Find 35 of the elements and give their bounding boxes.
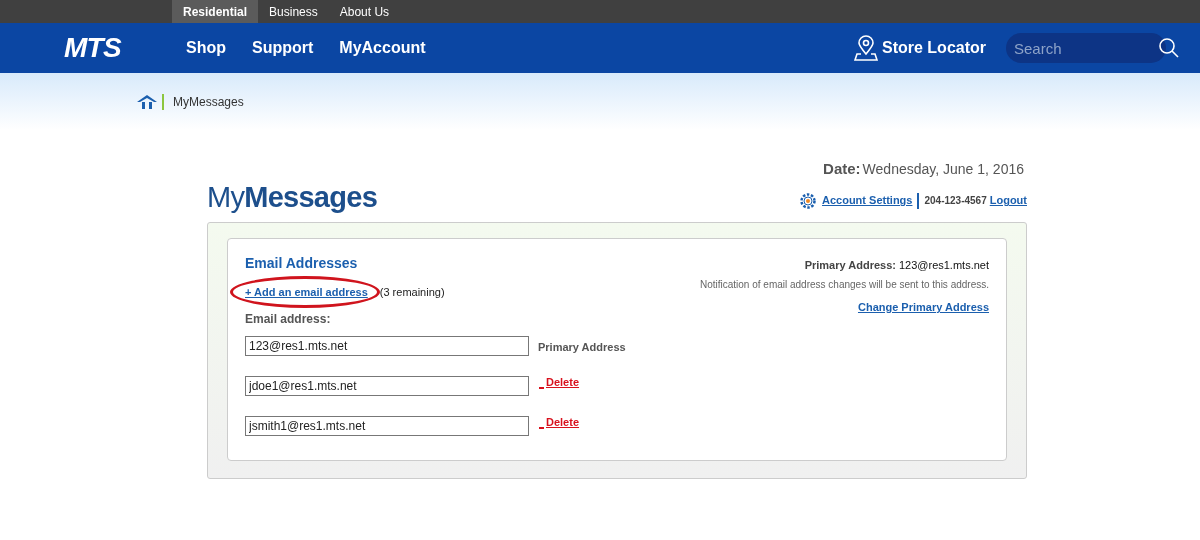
date-label: Date: [823, 159, 861, 179]
field-label: Email address: [245, 311, 332, 328]
top-tab[interactable]: Business [258, 0, 329, 23]
top-tab[interactable]: About Us [328, 0, 401, 23]
notification-text: Notification of email address changes will be sent to this address. [699, 278, 989, 292]
remaining-count: (3 remaining) [379, 284, 445, 300]
email-field[interactable]: jsmith1@res1.mts.net [245, 416, 529, 436]
nav-link[interactable]: Shop [186, 36, 226, 60]
store-locator-link[interactable]: Store Locator [882, 36, 986, 60]
logout-link[interactable]: Logout [989, 192, 1027, 209]
primary-address-label: Primary Address: [804, 257, 896, 273]
gear-icon[interactable] [799, 191, 817, 210]
email-field[interactable]: jdoe1@res1.mts.net [245, 376, 529, 396]
map-pin-icon [854, 35, 878, 61]
nav-link[interactable]: MyAccount [339, 36, 426, 60]
add-email-link[interactable]: + Add an email address [245, 283, 368, 300]
breadcrumb-current: MyMessages [173, 93, 244, 111]
nav-link[interactable]: Support [252, 36, 314, 60]
delete-link[interactable]: Delete [546, 374, 580, 391]
date-value: Wednesday, June 1, 2016 [862, 160, 1024, 179]
search-field[interactable]: Search [1006, 33, 1166, 63]
section-heading: Email Addresses [245, 253, 359, 273]
email-field[interactable]: 123@res1.mts.net [245, 336, 529, 356]
top-tab[interactable]: Residential [172, 0, 259, 23]
minus-icon [539, 387, 544, 389]
home-icon[interactable] [136, 93, 158, 110]
delete-link[interactable]: Delete [546, 414, 580, 431]
primary-address-value: 123@res1.mts.net [898, 257, 989, 273]
logo[interactable]: MTS [64, 27, 186, 69]
account-settings-link[interactable]: Account Settings [822, 192, 913, 209]
minus-icon [539, 427, 544, 429]
change-primary-link[interactable]: Change Primary Address [857, 299, 989, 316]
page-title: MyMessages [207, 182, 378, 212]
phone-number: 204-123-4567 [924, 194, 987, 208]
primary-address-label: Primary Address [538, 340, 626, 355]
